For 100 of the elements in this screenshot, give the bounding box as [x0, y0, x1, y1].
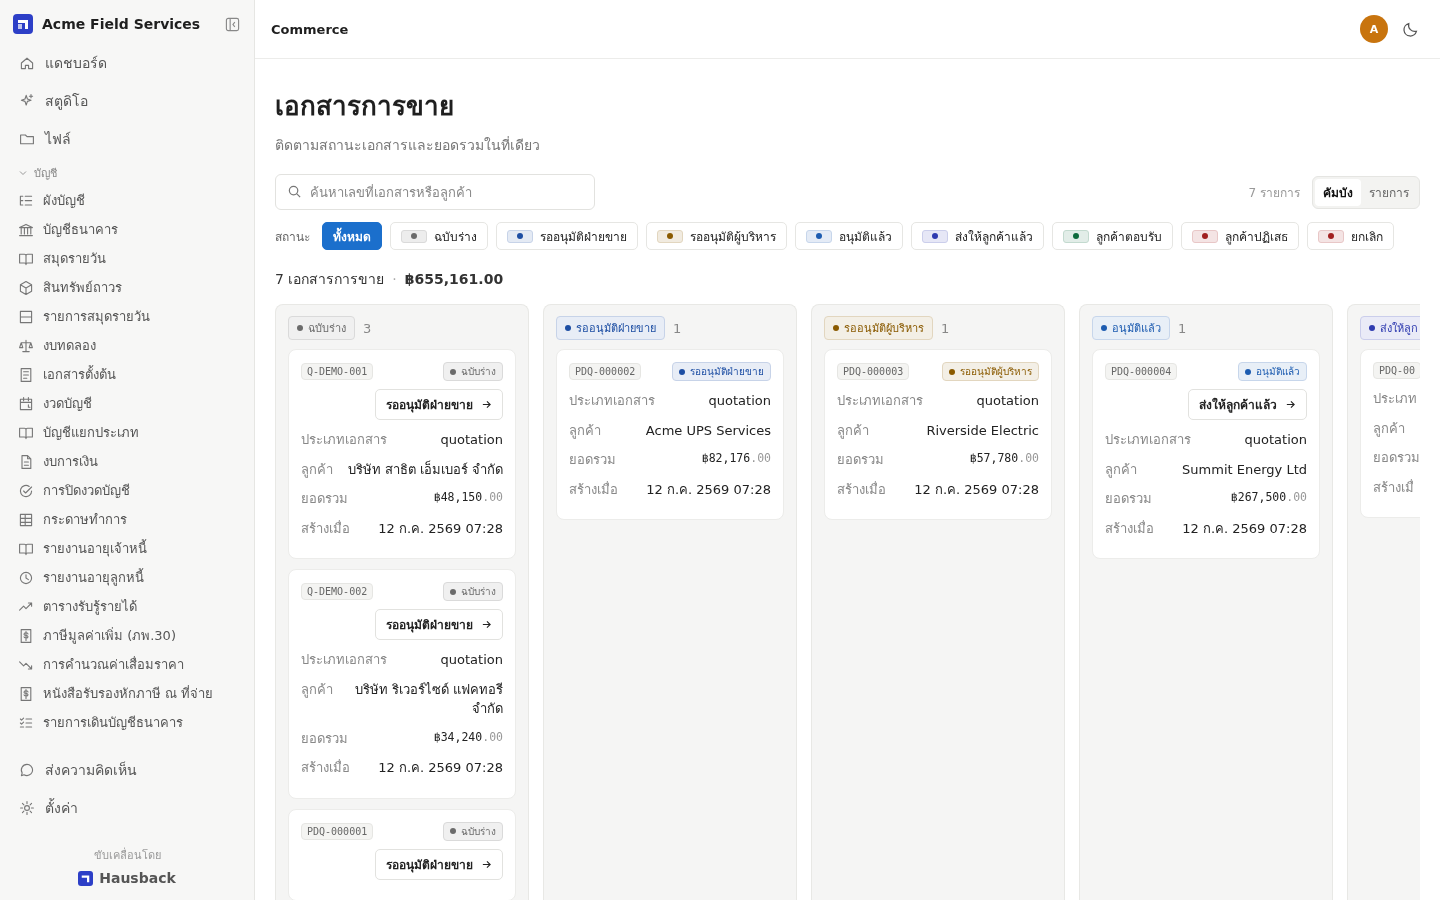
field-value: Summit Energy Ltd: [1182, 460, 1307, 479]
field-label: สร้างเมื่: [1373, 478, 1414, 497]
nav-item[interactable]: ไฟล์: [12, 120, 242, 158]
nav-item[interactable]: ตารางรับรู้รายได้: [12, 592, 242, 621]
result-count: 7 รายการ: [1248, 184, 1300, 202]
field-value: quotation: [440, 651, 503, 669]
brand-name: Acme Field Services: [42, 16, 202, 32]
footer-brand: Hausback: [99, 870, 176, 886]
moon-icon[interactable]: [1402, 20, 1420, 38]
status-badge: ฉบับร่าง: [443, 821, 503, 841]
nav-item[interactable]: ผังบัญชี: [12, 186, 242, 215]
field-value: quotation: [1244, 431, 1307, 449]
view-tab[interactable]: คัมบัง: [1315, 178, 1361, 206]
document-card[interactable]: Q-DEMO-001 ฉบับร่าง รออนุมัติฝ่ายขาย ประเภทเอกสาร quotation ลูกค้า บริษัท สาธิต เอ็มเบอร์ จำกัด ยอดรวม ฿48,150.00 สร้างเมื่อ 12 ก.ค. 2569 07:28: [288, 349, 516, 559]
status-filter[interactable]: ลูกค้าปฏิเสธ: [1181, 222, 1299, 250]
amount-value: ฿34,240.00: [433, 728, 503, 746]
field-value: quotation: [976, 392, 1039, 410]
field-label: ยอดรวม: [837, 451, 884, 469]
field-label: ยอดรวม: [301, 729, 348, 748]
nav-item[interactable]: รายงานอายุลูกหนี้: [12, 563, 242, 592]
nav-item[interactable]: สตูดิโอ: [12, 82, 242, 120]
powered-by-caption: ขับเคลื่อนโดย: [93, 846, 161, 864]
status-badge: อนุมัติแล้ว: [1238, 362, 1307, 381]
document-card[interactable]: PDQ-000004 อนุมัติแล้ว ส่งให้ลูกค้าแล้ว ประเภทเอกสาร quotation ลูกค้า Summit Energy Ltd ยอดรวม ฿267,500.00 สร้างเมื่อ 12 ก.ค. 2569 07:28: [1092, 349, 1320, 559]
document-card[interactable]: PDQ-000001 ฉบับร่าง รออนุมัติฝ่ายขาย: [288, 808, 516, 900]
advance-status-button[interactable]: ส่งให้ลูกค้าแล้ว: [1188, 389, 1307, 420]
column-count: 3: [363, 320, 372, 336]
nav-item[interactable]: บัญชีธนาคาร: [12, 215, 242, 244]
nav-item[interactable]: กระดาษทำการ: [12, 505, 242, 534]
field-label: ประเภทเอกสาร: [301, 431, 387, 449]
field-label: ยอดรวม: [1373, 449, 1420, 467]
field-value: 12 ก.ค. 2569 07:28: [378, 759, 503, 777]
status-filter[interactable]: ส่งให้ลูกค้าแล้ว: [911, 222, 1044, 250]
nav-item[interactable]: การคำนวณค่าเสื่อมราคา: [12, 650, 242, 679]
status-filter[interactable]: อนุมัติแล้ว: [795, 222, 903, 250]
doc-icon: [18, 366, 34, 383]
status-filter[interactable]: ยกเลิก: [1307, 222, 1394, 250]
document-count: 7 เอกสารการขาย: [275, 270, 385, 289]
status-filter[interactable]: ทั้งหมด: [322, 222, 382, 250]
field-label: ยอดรวม: [301, 490, 348, 508]
nav-item[interactable]: งวดบัญชี: [12, 389, 242, 418]
status-badge: ฉบับร่าง: [443, 582, 503, 601]
arrow-right-icon: [481, 619, 492, 630]
view-tab[interactable]: รายการ: [1361, 178, 1417, 206]
nav-item[interactable]: ภาษีมูลค่าเพิ่ม (ภพ.30): [12, 621, 242, 650]
nav-item[interactable]: ตั้งค่า: [12, 789, 242, 827]
status-filter[interactable]: ลูกค้าตอบรับ: [1052, 222, 1173, 250]
advance-status-button[interactable]: รออนุมัติฝ่ายขาย: [375, 609, 503, 640]
column-count: 1: [673, 320, 682, 336]
document-number: Q-DEMO-002: [301, 583, 374, 600]
nav-item[interactable]: ส่งความคิดเห็น: [12, 751, 242, 789]
nav-item[interactable]: การปิดงวดบัญชี: [12, 476, 242, 505]
page-title: เอกสารการขาย: [275, 90, 455, 123]
sparkle-icon: [19, 93, 35, 109]
field-label: สร้างเมื่อ: [301, 519, 350, 538]
field-label: สร้างเมื่อ: [1105, 519, 1154, 538]
clock-icon: [18, 569, 34, 586]
amount-value: ฿267,500.00: [1230, 489, 1307, 506]
nav-item[interactable]: หนังสือรับรองหักภาษี ณ ที่จ่าย: [12, 679, 242, 708]
file-icon: [18, 453, 34, 470]
field-value: Riverside Electric: [926, 421, 1039, 440]
chat-icon: [19, 762, 35, 778]
nav-item[interactable]: แดชบอร์ด: [12, 44, 242, 82]
document-card[interactable]: PDQ-000003 รออนุมัติผู้บริหาร ประเภทเอกสาร quotation ลูกค้า Riverside Electric ยอดรวม ฿57,780.00 สร้างเมื่อ 12 ก.ค. 2569 07:28: [824, 349, 1052, 520]
status-filter[interactable]: รออนุมัติฝ่ายขาย: [496, 222, 638, 250]
search-field[interactable]: ค้นหาเลขที่เอกสารหรือลูกค้า: [275, 174, 595, 210]
nav-item[interactable]: สมุดรายวัน: [12, 244, 242, 273]
section-toggle[interactable]: บัญชี: [12, 158, 242, 186]
field-label: ลูกค้า: [1105, 460, 1137, 479]
field-label: ประเภทเอกสาร: [837, 392, 923, 410]
filter-label: สถานะ: [275, 228, 310, 246]
nav-item[interactable]: เอกสารตั้งต้น: [12, 360, 242, 389]
scale-icon: [18, 337, 34, 354]
field-label: สร้างเมื่อ: [569, 480, 618, 499]
column-count: 1: [1178, 320, 1187, 336]
collapse-sidebar-icon[interactable]: [225, 16, 240, 32]
calendar-icon: [18, 395, 34, 412]
nav-item[interactable]: รายการสมุดรายวัน: [12, 302, 242, 331]
nav-item[interactable]: รายการเดินบัญชีธนาคาร: [12, 708, 242, 737]
advance-status-button[interactable]: รออนุมัติฝ่ายขาย: [375, 389, 503, 420]
field-label: ลูกค้า: [301, 460, 333, 479]
amount-value: ฿82,176.00: [701, 450, 771, 467]
nav-item[interactable]: งบทดลอง: [12, 331, 242, 360]
nav-item[interactable]: บัญชีแยกประเภท: [12, 418, 242, 447]
folder-icon: [19, 131, 35, 147]
document-card[interactable]: PDQ-000002 รออนุมัติฝ่ายขาย ประเภทเอกสาร quotation ลูกค้า Acme UPS Services ยอดรวม ฿82,176.00 สร้างเมื่อ 12 ก.ค. 2569 07:28: [556, 349, 784, 520]
dollar-icon: [18, 685, 34, 702]
status-filter[interactable]: รออนุมัติผู้บริหาร: [646, 222, 787, 250]
document-card[interactable]: Q-DEMO-002 ฉบับร่าง รออนุมัติฝ่ายขาย ประเภทเอกสาร quotation ลูกค้า บริษัท ริเวอร์ไซด์ แฟคทอรี จำกัด ยอดรวม ฿34,240.00 สร้างเมื่อ 12 ก.ค. 2569 07:28: [288, 569, 516, 799]
document-card[interactable]: PDQ-00 ประเภท ลูกค้า ยอดรวม สร้างเมื่: [1360, 349, 1420, 518]
nav-item[interactable]: งบการเงิน: [12, 447, 242, 476]
advance-status-button[interactable]: รออนุมัติฝ่ายขาย: [375, 848, 503, 880]
user-avatar[interactable]: A: [1360, 15, 1388, 43]
status-filter[interactable]: ฉบับร่าง: [390, 222, 488, 250]
chevron-icon: [18, 168, 28, 178]
document-number: Q-DEMO-001: [301, 363, 374, 380]
nav-item[interactable]: สินทรัพย์ถาวร: [12, 273, 242, 302]
search-icon: [287, 184, 302, 199]
field-label: ประเภทเอกสาร: [301, 651, 387, 669]
nav-item[interactable]: รายงานอายุเจ้าหนี้: [12, 534, 242, 563]
